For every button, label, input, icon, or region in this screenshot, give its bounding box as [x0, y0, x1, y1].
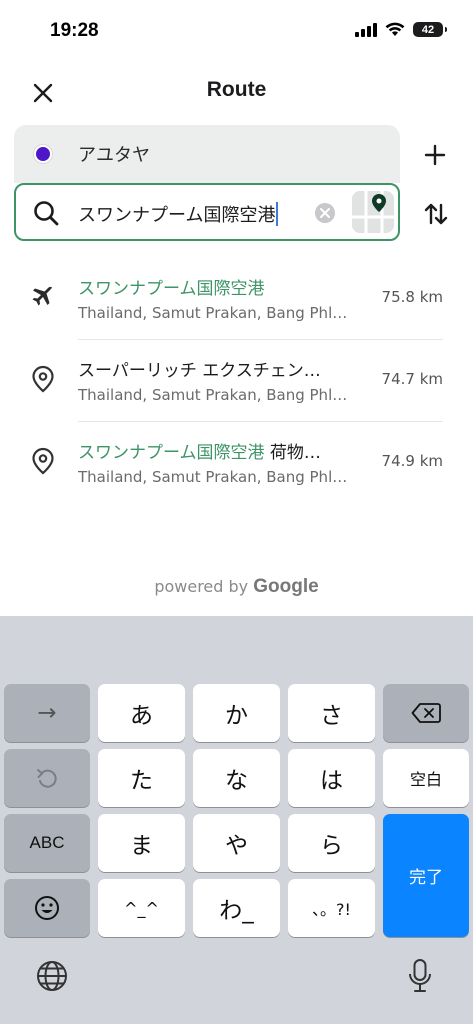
- airplane-icon: [32, 286, 52, 306]
- key-label: 完了: [409, 868, 443, 888]
- key-label: 空白: [409, 770, 442, 789]
- clear-text-icon[interactable]: [314, 202, 336, 224]
- key-undo[interactable]: [4, 749, 90, 807]
- key-ya[interactable]: や: [193, 814, 280, 872]
- google-logo: Google: [253, 576, 319, 597]
- map-pin-icon: [352, 191, 394, 233]
- key-ka[interactable]: か: [193, 684, 280, 742]
- key-delete[interactable]: [383, 684, 469, 742]
- key-kaomoji[interactable]: ^_^: [98, 879, 185, 937]
- result-distance: 74.7 km: [381, 370, 443, 388]
- google-attribution: powered by Google: [0, 576, 473, 598]
- key-label: か: [225, 703, 248, 729]
- key-label: ABC: [29, 833, 65, 852]
- japanese-kana-keyboard: → あ か さ た な は 空白 ABC ま や ら 完了 ^_^ わ_ 、。?…: [0, 616, 473, 1024]
- key-label: わ_: [219, 898, 254, 924]
- result-distance: 75.8 km: [381, 288, 443, 306]
- key-label: さ: [320, 703, 343, 729]
- key-ma[interactable]: ま: [98, 814, 185, 872]
- result-address: Thailand, Samut Prakan, Bang Phl…: [78, 304, 348, 322]
- key-ra[interactable]: ら: [288, 814, 375, 872]
- battery-indicator: 42: [413, 22, 447, 37]
- key-label: ま: [130, 833, 153, 859]
- origin-dot-icon: [34, 145, 52, 163]
- key-sa[interactable]: さ: [288, 684, 375, 742]
- microphone-icon: [409, 959, 431, 992]
- result-title: スワンナプーム国際空港 荷物…: [78, 438, 362, 463]
- search-result-item[interactable]: スーパーリッチ エクスチェン… Thailand, Samut Prakan, …: [0, 340, 473, 422]
- airplane-icon: [28, 282, 58, 312]
- key-label: ら: [320, 833, 343, 859]
- dictation-button[interactable]: [400, 956, 440, 996]
- key-label: 、。?!: [312, 900, 351, 919]
- map-pin-picker-button[interactable]: [352, 191, 394, 233]
- globe-icon: [37, 961, 67, 991]
- globe-keyboard-switch[interactable]: [32, 956, 72, 996]
- status-icons: 42: [355, 22, 447, 37]
- key-ha[interactable]: は: [288, 749, 375, 807]
- attribution-prefix: powered by: [154, 577, 254, 596]
- search-icon: [34, 201, 59, 226]
- origin-field[interactable]: アユタヤ: [14, 125, 400, 183]
- key-label: や: [225, 833, 248, 859]
- result-title-rest: スーパーリッチ エクスチェン…: [78, 361, 321, 381]
- wifi-icon: [385, 22, 405, 36]
- key-label: ^_^: [124, 898, 159, 918]
- swap-arrows-icon: [424, 203, 448, 225]
- key-punctuation[interactable]: 、。?!: [288, 879, 375, 937]
- key-wa[interactable]: わ_: [193, 879, 280, 937]
- result-title-highlight: スワンナプーム国際空港: [78, 443, 265, 463]
- add-stop-button[interactable]: [420, 140, 450, 170]
- plus-icon: [424, 144, 446, 166]
- result-distance: 74.9 km: [381, 452, 443, 470]
- result-title: スーパーリッチ エクスチェン…: [78, 356, 362, 381]
- location-pin-icon: [28, 364, 58, 394]
- key-label: →: [37, 700, 57, 726]
- key-label: な: [225, 768, 248, 794]
- header: Route: [0, 66, 473, 116]
- destination-text: スワンナプーム国際空港: [78, 201, 279, 227]
- result-address: Thailand, Samut Prakan, Bang Phl…: [78, 386, 348, 404]
- origin-text: アユタヤ: [78, 145, 150, 166]
- search-results-list: スワンナプーム国際空港 Thailand, Samut Prakan, Bang…: [0, 258, 473, 504]
- swap-route-button[interactable]: [420, 198, 452, 230]
- destination-input[interactable]: スワンナプーム国際空港: [14, 183, 400, 241]
- key-a[interactable]: あ: [98, 684, 185, 742]
- result-address: Thailand, Samut Prakan, Bang Phl…: [78, 468, 348, 486]
- search-result-item[interactable]: スワンナプーム国際空港 荷物… Thailand, Samut Prakan, …: [0, 422, 473, 504]
- location-pin-icon: [28, 446, 58, 476]
- cellular-signal-icon: [355, 22, 377, 37]
- location-pin-icon: [32, 365, 54, 393]
- emoji-icon: [35, 896, 59, 920]
- key-space[interactable]: 空白: [383, 749, 469, 807]
- undo-icon: [37, 769, 57, 788]
- result-title: スワンナプーム国際空港: [78, 274, 362, 299]
- key-na[interactable]: な: [193, 749, 280, 807]
- done-button[interactable]: 完了: [383, 814, 469, 937]
- key-label: は: [320, 768, 343, 794]
- location-pin-icon: [32, 447, 54, 475]
- destination-value: スワンナプーム国際空港: [78, 205, 276, 226]
- search-result-item[interactable]: スワンナプーム国際空港 Thailand, Samut Prakan, Bang…: [0, 258, 473, 340]
- result-title-rest: 荷物…: [264, 443, 321, 463]
- key-emoji[interactable]: [4, 879, 90, 937]
- key-ta[interactable]: た: [98, 749, 185, 807]
- status-time: 19:28: [50, 20, 99, 41]
- key-abc[interactable]: ABC: [4, 814, 90, 872]
- key-label: あ: [130, 703, 153, 729]
- delete-backspace-icon: [411, 703, 441, 723]
- key-next-arrow[interactable]: →: [4, 684, 90, 742]
- result-title-highlight: スワンナプーム国際空港: [78, 279, 265, 299]
- page-title: Route: [206, 78, 267, 101]
- text-cursor: [276, 202, 279, 226]
- key-label: た: [130, 768, 153, 794]
- status-bar: 19:28 42: [0, 0, 473, 60]
